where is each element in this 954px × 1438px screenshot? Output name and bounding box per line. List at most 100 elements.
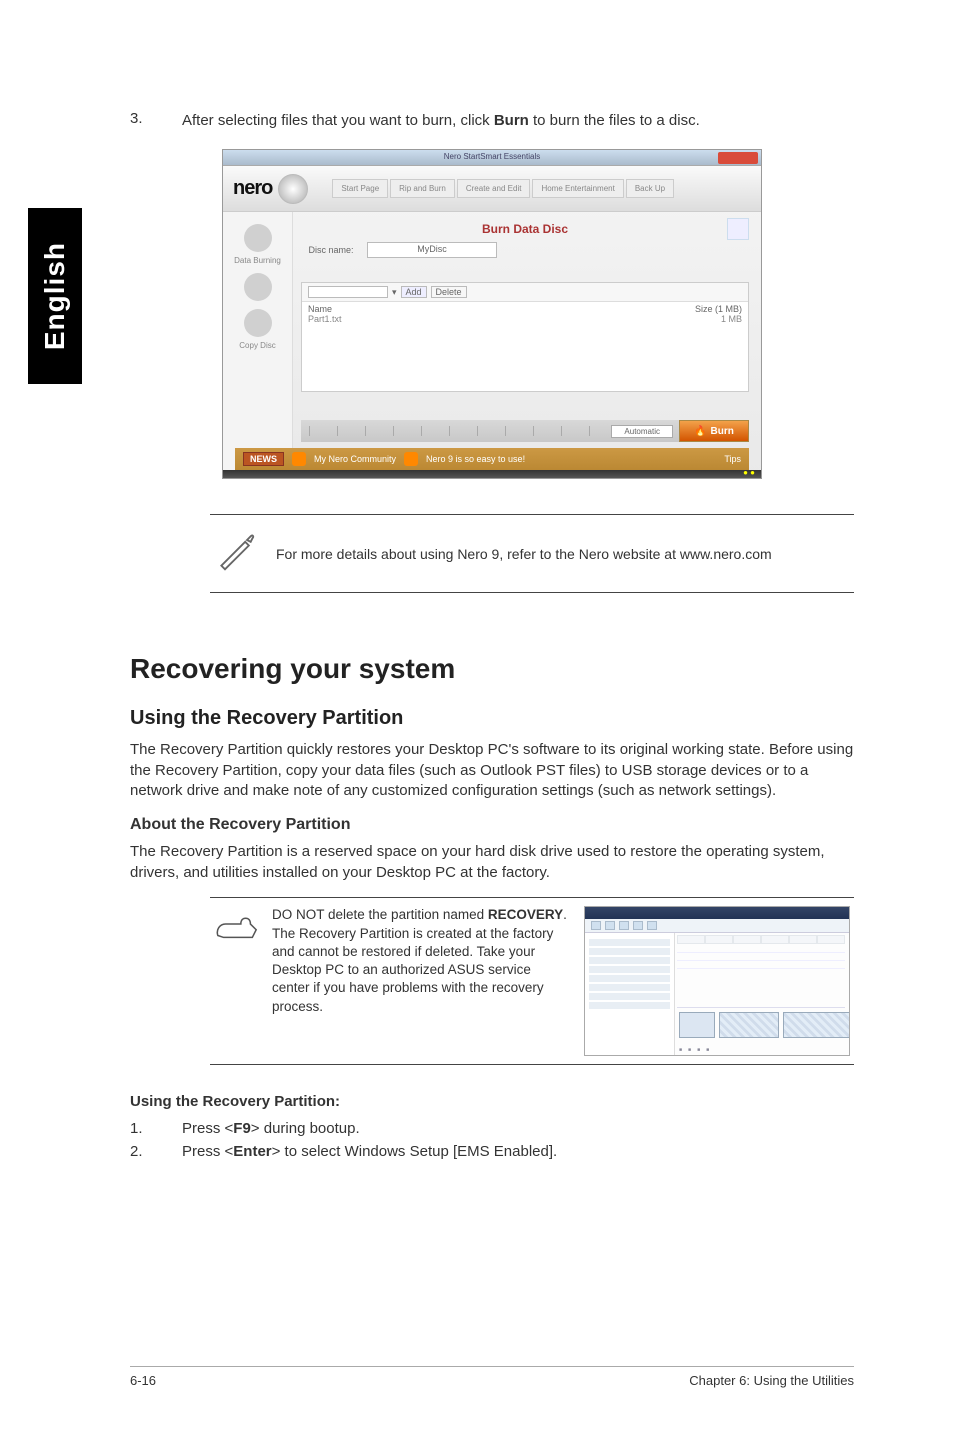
burn-button[interactable]: Burn	[679, 420, 749, 442]
dm-rows	[677, 945, 845, 969]
col-size: Size (1 MB)	[695, 304, 742, 314]
window-title: Nero StartSmart Essentials	[444, 152, 540, 161]
row-size: 1 MB	[721, 314, 742, 324]
delete-button[interactable]: Delete	[431, 286, 467, 298]
disc-name-label: Disc name:	[301, 245, 361, 255]
rss-icon-2[interactable]	[404, 452, 418, 466]
burn-section-title: Burn Data Disc	[301, 222, 749, 236]
top-tabs: Start Page Rip and Burn Create and Edit …	[332, 179, 674, 198]
note-text: For more details about using Nero 9, ref…	[276, 546, 772, 562]
note-nero-website: For more details about using Nero 9, ref…	[210, 514, 854, 593]
news-item-1[interactable]: My Nero Community	[314, 454, 396, 464]
news-bar: NEWS My Nero Community Nero 9 is so easy…	[235, 448, 749, 470]
dm-tool-icon[interactable]	[591, 921, 601, 930]
step-2: 2. Press <Enter> to select Windows Setup…	[130, 1143, 854, 1160]
note-text-bold: RECOVERY	[488, 907, 563, 922]
step-2-b: Enter	[233, 1143, 271, 1160]
app-header: nero Start Page Rip and Burn Create and …	[223, 166, 761, 212]
dropdown-icon[interactable]: ▾	[392, 287, 397, 298]
sidebar-item-data-burning[interactable]: Data Burning	[223, 256, 292, 265]
capacity-ticks	[309, 426, 603, 436]
file-list: ▾ Add Delete Name Size (1 MB) Part1.txt …	[301, 282, 749, 392]
file-list-header: ▾ Add Delete	[302, 283, 748, 302]
path-input[interactable]	[308, 286, 388, 298]
news-tips[interactable]: Tips	[724, 454, 741, 464]
step-3-text: After selecting files that you want to b…	[182, 110, 854, 131]
dm-tool-icon[interactable]	[633, 921, 643, 930]
tab-rip[interactable]: Rip and Burn	[390, 179, 455, 198]
step-3-text-a: After selecting files that you want to b…	[182, 112, 494, 129]
audio-icon[interactable]	[244, 273, 272, 301]
sidebar-item-copy-disc[interactable]: Copy Disc	[223, 341, 292, 350]
status-bar: ● ●	[223, 470, 761, 478]
dm-partition[interactable]	[783, 1012, 850, 1038]
step-3-number: 3.	[130, 110, 150, 131]
orb-icon[interactable]	[278, 174, 308, 204]
heading-using-partition: Using the Recovery Partition	[130, 707, 854, 730]
hand-icon	[214, 906, 260, 947]
page-footer: 6-16 Chapter 6: Using the Utilities	[130, 1366, 854, 1388]
note-text-a: DO NOT delete the partition named	[272, 907, 488, 922]
note-do-not-delete: DO NOT delete the partition named RECOVE…	[210, 897, 854, 1065]
capacity-select[interactable]: Automatic	[611, 425, 673, 438]
para-recovery-intro: The Recovery Partition quickly restores …	[130, 740, 854, 802]
tab-backup[interactable]: Back Up	[626, 179, 674, 198]
step-1-num: 1.	[130, 1120, 150, 1137]
dm-diagram	[677, 1007, 845, 1049]
step-3: 3. After selecting files that you want t…	[130, 110, 854, 131]
para-about-partition: The Recovery Partition is a reserved spa…	[130, 842, 854, 883]
add-button[interactable]: Add	[401, 286, 427, 298]
status-icons: ● ●	[743, 468, 755, 477]
dm-disk-label	[679, 1012, 715, 1038]
dm-legend: ■■■■	[677, 1047, 845, 1055]
step-3-text-b: to burn the files to a disc.	[529, 112, 700, 129]
step-2-num: 2.	[130, 1143, 150, 1160]
tab-home[interactable]: Home Entertainment	[532, 179, 623, 198]
step-2-c: > to select Windows Setup [EMS Enabled].	[272, 1143, 558, 1160]
row-name[interactable]: Part1.txt	[308, 314, 342, 324]
left-sidebar: Data Burning Copy Disc	[223, 212, 293, 478]
dm-tool-icon[interactable]	[647, 921, 657, 930]
pen-icon	[214, 529, 258, 578]
note-recovery-text: DO NOT delete the partition named RECOVE…	[272, 906, 572, 1015]
tab-start[interactable]: Start Page	[332, 179, 388, 198]
dm-columns	[677, 935, 845, 944]
language-tab: English	[28, 208, 82, 384]
dm-tree[interactable]	[585, 933, 675, 1055]
steps-list: 1. Press <F9> during bootup. 2. Press <E…	[130, 1120, 854, 1160]
step-1-text: Press <F9> during bootup.	[182, 1120, 360, 1137]
news-label: NEWS	[243, 452, 284, 466]
rss-icon[interactable]	[292, 452, 306, 466]
dm-titlebar	[585, 907, 849, 919]
dm-toolbar	[585, 919, 849, 933]
step-1-a: Press <	[182, 1120, 233, 1137]
tab-create[interactable]: Create and Edit	[457, 179, 531, 198]
step-1-c: > during bootup.	[251, 1120, 360, 1137]
step-1: 1. Press <F9> during bootup.	[130, 1120, 854, 1137]
nero-screenshot: Nero StartSmart Essentials nero Start Pa…	[222, 149, 762, 479]
step-1-b: F9	[233, 1120, 251, 1137]
capacity-bar: Automatic Burn	[301, 420, 749, 442]
data-burning-icon[interactable]	[244, 224, 272, 252]
language-tab-label: English	[39, 242, 71, 350]
heading-recovering: Recovering your system	[130, 653, 854, 685]
dm-tool-icon[interactable]	[605, 921, 615, 930]
footer-page-number: 6-16	[130, 1373, 156, 1388]
heading-about-partition: About the Recovery Partition	[130, 816, 854, 834]
news-item-2[interactable]: Nero 9 is so easy to use!	[426, 454, 525, 464]
note-text-b: . The Recovery Partition is created at t…	[272, 907, 567, 1013]
close-icon[interactable]	[718, 152, 758, 164]
step-2-text: Press <Enter> to select Windows Setup [E…	[182, 1143, 557, 1160]
footer-chapter: Chapter 6: Using the Utilities	[689, 1373, 854, 1388]
heading-using-steps: Using the Recovery Partition:	[130, 1093, 854, 1110]
window-titlebar: Nero StartSmart Essentials	[223, 150, 761, 166]
disk-management-screenshot: ■■■■	[584, 906, 850, 1056]
nero-logo: nero	[233, 177, 272, 200]
disc-name-input[interactable]: MyDisc	[367, 242, 497, 258]
col-name: Name	[308, 304, 332, 314]
step-3-bold: Burn	[494, 112, 529, 129]
copy-disc-icon[interactable]	[244, 309, 272, 337]
step-2-a: Press <	[182, 1143, 233, 1160]
dm-tool-icon[interactable]	[619, 921, 629, 930]
dm-partition[interactable]	[719, 1012, 779, 1038]
